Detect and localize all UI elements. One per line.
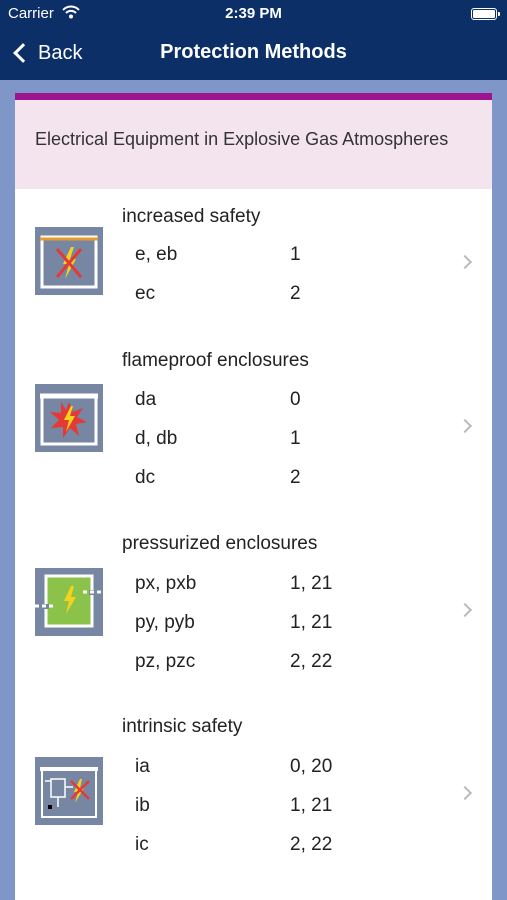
zone-value: 2, 22 bbox=[290, 834, 333, 855]
method-title: flameproof enclosures bbox=[122, 350, 309, 371]
method-row: ia 0, 20 bbox=[135, 756, 332, 778]
method-row: d, db 1 bbox=[135, 428, 301, 450]
protection-code: dc bbox=[135, 467, 156, 488]
increased-safety-icon bbox=[35, 227, 103, 295]
navigation-bar: Back Protection Methods bbox=[0, 28, 507, 80]
status-time: 2:39 PM bbox=[225, 5, 282, 22]
method-row: py, pyb 1, 21 bbox=[135, 612, 332, 634]
accent-bar bbox=[15, 93, 492, 100]
method-row: e, eb 1 bbox=[135, 244, 301, 266]
method-item-flameproof-enclosures[interactable]: flameproof enclosures da 0 d, db 1 dc 2 bbox=[15, 350, 492, 510]
method-row: da 0 bbox=[135, 389, 301, 411]
section-header: Electrical Equipment in Explosive Gas At… bbox=[15, 100, 492, 189]
zone-value: 1, 21 bbox=[290, 573, 333, 594]
method-title: intrinsic safety bbox=[122, 716, 243, 737]
protection-code: ec bbox=[135, 283, 156, 304]
protection-code: da bbox=[135, 389, 157, 410]
zone-value: 2 bbox=[290, 467, 301, 488]
method-title: increased safety bbox=[122, 206, 261, 227]
chevron-right-icon bbox=[457, 602, 473, 618]
zone-value: 2, 22 bbox=[290, 651, 333, 672]
protection-code: ic bbox=[135, 834, 149, 855]
protection-code: d, db bbox=[135, 428, 178, 449]
zone-value: 1 bbox=[290, 428, 301, 449]
page-title: Protection Methods bbox=[160, 41, 347, 63]
chevron-right-icon bbox=[457, 254, 473, 270]
method-item-intrinsic-safety[interactable]: intrinsic safety ia 0, 20 ib 1, 21 ic 2, 22 bbox=[15, 716, 492, 876]
protection-code: e, eb bbox=[135, 244, 178, 265]
intrinsic-safety-icon bbox=[35, 757, 103, 825]
zone-value: 0, 20 bbox=[290, 756, 333, 777]
zone-value: 1, 21 bbox=[290, 612, 333, 633]
content-card: Electrical Equipment in Explosive Gas At… bbox=[15, 93, 492, 900]
zone-value: 0 bbox=[290, 389, 301, 410]
protection-code: ia bbox=[135, 756, 150, 777]
method-item-increased-safety[interactable]: increased safety e, eb 1 ec 2 bbox=[15, 206, 492, 326]
battery-icon bbox=[471, 8, 500, 20]
protection-code: pz, pzc bbox=[135, 651, 196, 672]
method-row: ic 2, 22 bbox=[135, 834, 332, 856]
protection-code: py, pyb bbox=[135, 612, 195, 633]
method-row: pz, pzc 2, 22 bbox=[135, 651, 332, 673]
protection-code: ib bbox=[135, 795, 150, 816]
method-item-pressurized-enclosures[interactable]: pressurized enclosures px, pxb 1, 21 py, … bbox=[15, 533, 492, 693]
status-bar: Carrier 2:39 PM bbox=[0, 0, 507, 28]
method-row: dc 2 bbox=[135, 467, 301, 489]
protection-code: px, pxb bbox=[135, 573, 197, 594]
method-row: ib 1, 21 bbox=[135, 795, 332, 817]
method-row: ec 2 bbox=[135, 283, 301, 305]
chevron-right-icon bbox=[457, 418, 473, 434]
method-row: px, pxb 1, 21 bbox=[135, 573, 332, 595]
method-title: pressurized enclosures bbox=[122, 533, 318, 554]
zone-value: 1, 21 bbox=[290, 795, 333, 816]
pressurized-enclosure-icon bbox=[35, 568, 103, 636]
flameproof-enclosure-icon bbox=[35, 384, 103, 452]
zone-value: 1 bbox=[290, 244, 301, 265]
zone-value: 2 bbox=[290, 283, 301, 304]
chevron-right-icon bbox=[457, 785, 473, 801]
